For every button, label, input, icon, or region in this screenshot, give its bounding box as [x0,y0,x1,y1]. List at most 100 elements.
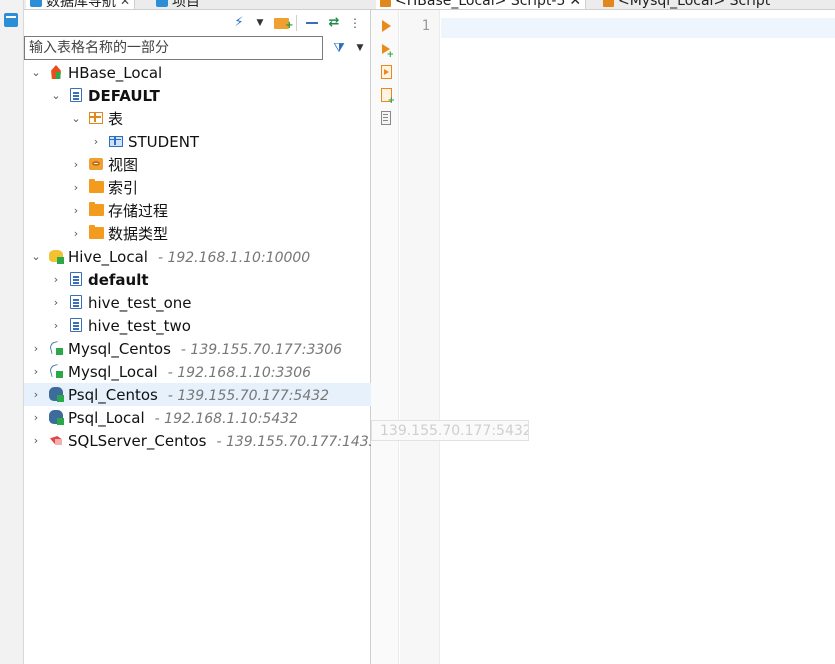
chevron-right-icon[interactable]: › [90,135,102,148]
mysql-icon [48,363,64,379]
tree-node-name: 数据类型 [108,225,169,243]
new-connection-icon[interactable]: ⚡ [231,15,247,31]
tree-node-name: DEFAULT [88,86,160,105]
tree-node[interactable]: › 存储过程 [24,199,371,222]
database-navigator-icon[interactable] [4,13,18,27]
chevron-right-icon[interactable]: › [30,411,42,424]
tree-node-name: 表 [108,110,124,128]
tree-node-name: HBase_Local [68,63,163,82]
tab-projects[interactable]: 项目 [152,0,204,10]
hive-icon [48,248,64,264]
tree-node-name: Hive_Local [68,247,148,266]
tree-node[interactable]: ⌄ 表 [24,107,371,130]
connection-host: - 192.168.1.10:3306 [167,364,312,381]
chevron-down-icon[interactable]: ⌄ [70,112,82,125]
sql-script-icon [603,0,614,7]
execute-in-new-tab-icon[interactable] [379,41,394,60]
tree-node[interactable]: › hive_test_one [24,291,371,314]
chevron-down-icon[interactable]: ▼ [354,38,366,58]
view-icon [88,156,104,172]
filter-icon[interactable]: ⧩ [330,38,348,58]
tree-node[interactable]: › 视图 [24,153,371,176]
chevron-right-icon[interactable]: › [50,296,62,309]
tree-node[interactable]: ⌄ HBase_Local [24,61,371,84]
tree-node-label: Mysql_Centos - 139.155.70.177:3306 [68,340,342,358]
execute-statement-icon[interactable] [379,18,393,34]
chevron-right-icon[interactable]: › [70,227,82,240]
new-folder-icon[interactable] [272,15,294,34]
tab-script-mysql[interactable]: <Mysql_Local> Script [599,0,774,9]
table-filter-input[interactable] [25,37,322,59]
tree-node[interactable]: › hive_test_two [24,314,371,337]
folder-icon [88,179,104,195]
database-icon [68,294,84,310]
tree-node-name: hive_test_two [88,316,191,335]
chevron-right-icon[interactable]: › [70,158,82,171]
connection-tooltip: 139.155.70.177:5432 [371,420,529,441]
tab-database-navigator[interactable]: 数据库导航 ✕ [26,0,136,10]
database-icon [68,87,84,103]
tree-node-label: Mysql_Local - 192.168.1.10:3306 [68,363,311,381]
tree-node[interactable]: › Mysql_Local - 192.168.1.10:3306 [24,360,371,383]
tree-node[interactable]: ⌄ DEFAULT [24,84,371,107]
editor-tabbar: <HBase_Local> Script-5 ✕ <Mysql_Local> S… [371,0,835,10]
chevron-right-icon[interactable]: › [30,388,42,401]
tree-node-label: DEFAULT [88,87,160,105]
database-navigator-panel: 数据库导航 ✕ 项目 ⚡ ▼ ⇄ ⋮ ⧩ ▼ ⌄ HBase_Local ⌄ DEFA… [24,0,378,664]
tree-node[interactable]: › default [24,268,371,291]
tab-label: 项目 [172,0,200,10]
more-options-icon[interactable]: ⋮ [349,15,361,31]
close-icon[interactable]: ✕ [120,0,130,8]
tree-node[interactable]: › Mysql_Centos - 139.155.70.177:3306 [24,337,371,360]
explain-plan-icon[interactable] [379,87,395,106]
connection-host: - 139.155.70.177:3306 [180,341,343,358]
tree-node-name: Mysql_Local [68,362,158,381]
chevron-right-icon[interactable]: › [30,342,42,355]
sql-editor-area: <HBase_Local> Script-5 ✕ <Mysql_Local> S… [371,0,835,664]
tab-script-hbase[interactable]: <HBase_Local> Script-5 ✕ [376,0,587,9]
chevron-right-icon[interactable]: › [30,365,42,378]
tree-node[interactable]: ⌄ Hive_Local - 192.168.1.10:10000 [24,245,371,268]
tree-node-name: default [88,270,149,289]
tables-folder-icon [88,110,104,126]
tree-node-name: Psql_Centos [68,385,158,404]
chevron-down-icon[interactable]: ⌄ [30,66,42,79]
tree-node-name: STUDENT [128,132,200,151]
editor-side-toolbar [371,10,399,664]
tree-node[interactable]: › SQLServer_Centos - 139.155.70.177:1433 [24,429,378,452]
link-with-editor-icon[interactable]: ⇄ [326,15,342,31]
tree-node-label: Psql_Local - 192.168.1.10:5432 [68,409,298,427]
chevron-down-icon[interactable]: ⌄ [30,250,42,263]
tree-node-name: Psql_Local [68,408,145,427]
chevron-down-icon[interactable]: ▼ [254,15,266,31]
tree-node[interactable]: › STUDENT [24,130,371,153]
mysql-icon [48,340,64,356]
collapse-all-icon[interactable] [305,15,319,31]
tree-node[interactable]: › 索引 [24,176,371,199]
chevron-right-icon[interactable]: › [50,319,62,332]
app-window: 数据库导航 ✕ 项目 ⚡ ▼ ⇄ ⋮ ⧩ ▼ ⌄ HBase_Local ⌄ DEFA… [0,0,835,664]
tree-node[interactable]: › Psql_Local - 192.168.1.10:5432 [24,406,371,429]
sqlserver-icon [48,432,64,448]
tree-node-name: SQLServer_Centos [68,431,207,450]
folder-icon [88,225,104,241]
chevron-right-icon[interactable]: › [30,434,42,447]
chevron-right-icon[interactable]: › [70,181,82,194]
close-icon[interactable]: ✕ [569,0,581,9]
code-editor-current-line[interactable] [441,18,835,38]
tab-label: <Mysql_Local> Script [618,0,771,9]
table-filter-box [24,36,323,60]
tree-node-label: Hive_Local - 192.168.1.10:10000 [68,248,310,266]
connection-host: - 192.168.1.10:5432 [154,410,299,427]
tab-label: 数据库导航 [46,0,116,10]
execute-script-icon[interactable] [379,64,393,80]
chevron-right-icon[interactable]: › [50,273,62,286]
chevron-down-icon[interactable]: ⌄ [50,89,62,102]
database-navigator-tab-icon [30,0,42,7]
tree-node-label: 数据类型 [108,223,168,244]
chevron-right-icon[interactable]: › [70,204,82,217]
line-number: 1 [421,18,430,34]
execution-log-icon[interactable] [379,110,393,126]
tree-node[interactable]: › Psql_Centos - 139.155.70.177:5432 [24,383,371,406]
tree-node[interactable]: › 数据类型 [24,222,371,245]
